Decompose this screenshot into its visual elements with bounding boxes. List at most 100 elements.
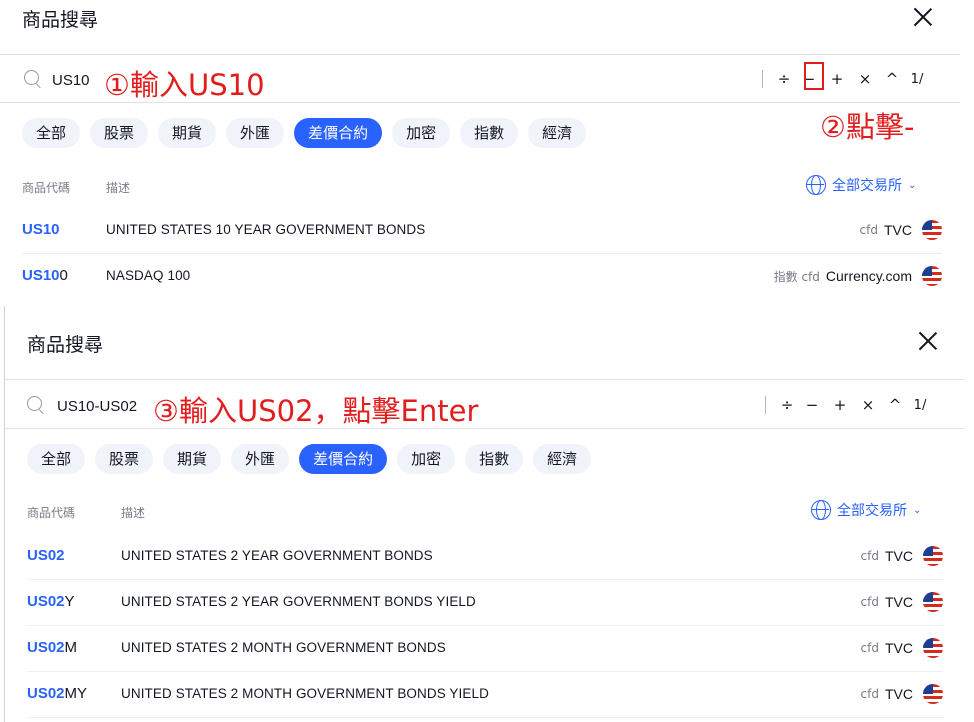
symbol-description: UNITED STATES 2 MONTH GOVERNMENT BONDS bbox=[121, 640, 446, 655]
symbol-code: US02 bbox=[27, 547, 65, 564]
table-row[interactable]: US02M UNITED STATES 2 MONTH GOVERNMENT B… bbox=[27, 626, 943, 672]
plus-button[interactable]: + bbox=[826, 396, 854, 414]
symbol-search-dialog-1: 商品搜尋 US10 ①輸入US10 ÷ − + × ^ 1/ ②點擊- 全部 股… bbox=[0, 0, 974, 300]
divider bbox=[0, 102, 960, 103]
symbol-code: US02Y bbox=[27, 593, 75, 610]
table-row[interactable]: US100 NASDAQ 100 指數 cfd Currency.com bbox=[22, 254, 942, 300]
reciprocal-button[interactable]: 1/ bbox=[905, 72, 929, 87]
table-row[interactable]: US02MY UNITED STATES 2 MONTH GOVERNMENT … bbox=[27, 672, 943, 718]
us-flag-icon bbox=[923, 546, 943, 566]
tab-all[interactable]: 全部 bbox=[22, 118, 81, 148]
source-label: TVC bbox=[885, 640, 913, 656]
column-header-symbol: 商品代碼 bbox=[22, 181, 71, 195]
us-flag-icon bbox=[923, 684, 943, 704]
tab-stocks[interactable]: 股票 bbox=[95, 444, 154, 474]
exchange-filter[interactable]: 全部交易所 ⌄ bbox=[811, 500, 921, 520]
tab-forex[interactable]: 外匯 bbox=[226, 118, 285, 148]
multiply-button[interactable]: × bbox=[851, 70, 879, 88]
symbol-description: UNITED STATES 10 YEAR GOVERNMENT BONDS bbox=[106, 222, 426, 237]
row-meta: cfd TVC bbox=[861, 684, 943, 704]
search-input[interactable]: US10 bbox=[52, 72, 90, 89]
symbol-code: US100 bbox=[22, 267, 68, 284]
type-tag: cfd bbox=[859, 223, 878, 237]
column-header-description: 描述 bbox=[121, 506, 146, 520]
column-header-description: 描述 bbox=[106, 181, 131, 195]
symbol-code: US02MY bbox=[27, 685, 87, 702]
tab-forex[interactable]: 外匯 bbox=[231, 444, 290, 474]
tab-index[interactable]: 指數 bbox=[465, 444, 524, 474]
symbol-search-dialog-2: 商品搜尋 US10-US02 ③輸入US02，點擊Enter ÷ − + × ^… bbox=[4, 306, 974, 722]
row-meta: cfd TVC bbox=[861, 638, 943, 658]
source-label: TVC bbox=[885, 686, 913, 702]
symbol-description: UNITED STATES 2 YEAR GOVERNMENT BONDS YI… bbox=[121, 594, 476, 609]
search-icon bbox=[24, 70, 42, 88]
minus-button[interactable]: − bbox=[798, 396, 826, 414]
symbol-rest: MY bbox=[64, 685, 88, 702]
row-meta: cfd TVC bbox=[861, 546, 943, 566]
tab-crypto[interactable]: 加密 bbox=[392, 118, 451, 148]
chevron-down-icon: ⌄ bbox=[913, 504, 922, 516]
category-tabs: 全部 股票 期貨 外匯 差價合約 加密 指數 經濟 bbox=[22, 118, 587, 148]
annotation-step-2: ②點擊- bbox=[820, 110, 915, 144]
exchange-filter-label: 全部交易所 bbox=[832, 178, 902, 194]
symbol-rest: M bbox=[64, 639, 78, 656]
close-icon[interactable] bbox=[918, 331, 938, 351]
table-row[interactable]: US10 UNITED STATES 10 YEAR GOVERNMENT BO… bbox=[22, 208, 942, 254]
dialog-title: 商品搜尋 bbox=[22, 9, 99, 31]
power-button[interactable]: ^ bbox=[882, 396, 908, 414]
dialog-title: 商品搜尋 bbox=[27, 334, 104, 356]
search-input[interactable]: US10-US02 bbox=[57, 398, 137, 415]
divide-button[interactable]: ÷ bbox=[776, 396, 798, 414]
separator bbox=[762, 70, 763, 88]
tab-futures[interactable]: 期貨 bbox=[163, 444, 222, 474]
globe-icon bbox=[811, 500, 831, 520]
operator-toolbar: ÷ − + × ^ 1/ bbox=[765, 396, 932, 414]
symbol-description: UNITED STATES 2 YEAR GOVERNMENT BONDS bbox=[121, 548, 433, 563]
divide-button[interactable]: ÷ bbox=[773, 70, 795, 88]
tab-stocks[interactable]: 股票 bbox=[90, 118, 149, 148]
row-meta: 指數 cfd Currency.com bbox=[774, 266, 942, 286]
highlight-minus-box bbox=[804, 62, 824, 90]
symbol-match: US10 bbox=[22, 221, 60, 238]
symbol-description: UNITED STATES 2 MONTH GOVERNMENT BONDS Y… bbox=[121, 686, 489, 701]
exchange-filter[interactable]: 全部交易所 ⌄ bbox=[806, 175, 916, 195]
tab-futures[interactable]: 期貨 bbox=[158, 118, 217, 148]
divider bbox=[0, 54, 960, 55]
symbol-match: US10 bbox=[22, 267, 60, 284]
category-tabs: 全部 股票 期貨 外匯 差價合約 加密 指數 經濟 bbox=[27, 444, 592, 474]
type-tag: cfd bbox=[860, 549, 879, 563]
type-tag: cfd bbox=[860, 641, 879, 655]
chevron-down-icon: ⌄ bbox=[908, 179, 917, 191]
tab-economy[interactable]: 經濟 bbox=[533, 444, 592, 474]
exchange-filter-label: 全部交易所 bbox=[837, 503, 907, 519]
tab-all[interactable]: 全部 bbox=[27, 444, 86, 474]
tab-index[interactable]: 指數 bbox=[460, 118, 519, 148]
symbol-code: US10 bbox=[22, 221, 60, 238]
annotation-step-3: ③輸入US02，點擊Enter bbox=[153, 394, 479, 428]
power-button[interactable]: ^ bbox=[879, 70, 905, 88]
tab-economy[interactable]: 經濟 bbox=[528, 118, 587, 148]
table-row[interactable]: US02Y UNITED STATES 2 YEAR GOVERNMENT BO… bbox=[27, 580, 943, 626]
tab-cfd[interactable]: 差價合約 bbox=[294, 118, 383, 148]
symbol-match: US02 bbox=[27, 547, 65, 564]
annotation-step-1: ①輸入US10 bbox=[104, 68, 265, 102]
symbol-rest: 0 bbox=[59, 267, 68, 284]
reciprocal-button[interactable]: 1/ bbox=[908, 398, 932, 413]
source-label: Currency.com bbox=[825, 268, 912, 284]
symbol-rest: Y bbox=[64, 593, 75, 610]
multiply-button[interactable]: × bbox=[854, 396, 882, 414]
us-flag-icon bbox=[923, 638, 943, 658]
symbol-match: US02 bbox=[27, 639, 65, 656]
tab-crypto[interactable]: 加密 bbox=[397, 444, 456, 474]
tab-cfd[interactable]: 差價合約 bbox=[299, 444, 388, 474]
search-icon bbox=[27, 396, 45, 414]
column-header-symbol: 商品代碼 bbox=[27, 506, 76, 520]
table-row[interactable]: US02 UNITED STATES 2 YEAR GOVERNMENT BON… bbox=[27, 534, 943, 580]
close-icon[interactable] bbox=[913, 7, 933, 27]
type-tag: cfd bbox=[860, 595, 879, 609]
plus-button[interactable]: + bbox=[823, 70, 851, 88]
divider bbox=[5, 379, 965, 380]
us-flag-icon bbox=[922, 220, 942, 240]
symbol-match: US02 bbox=[27, 593, 65, 610]
source-label: TVC bbox=[885, 594, 913, 610]
